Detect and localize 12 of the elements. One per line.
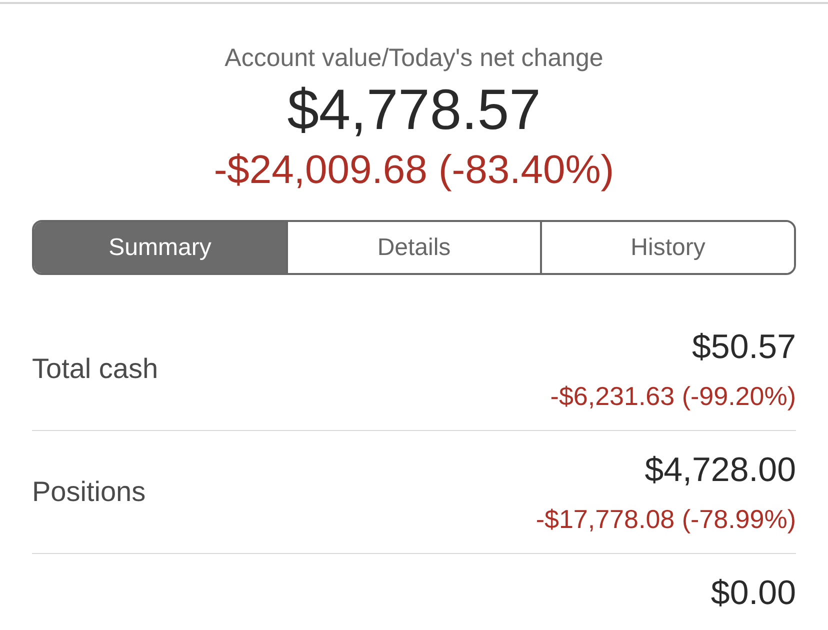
account-value-heading: Account value/Today's net change	[224, 43, 604, 73]
row-change: -$17,778.08 (-78.99%)	[536, 503, 796, 535]
row-change: -$6,231.63 (-99.20%)	[550, 380, 796, 412]
row-value: $4,728.00	[644, 450, 796, 490]
tab[interactable]: History	[540, 222, 794, 273]
net-change: -$24,009.68 (-83.40%)	[214, 148, 614, 192]
row-label: Total cash	[32, 352, 158, 386]
account-value: $4,778.57	[287, 80, 541, 140]
row-value: $50.57	[692, 327, 796, 367]
row-value: $0.00	[710, 573, 796, 613]
tab[interactable]: Summary	[34, 222, 286, 273]
row-label: Positions	[32, 475, 146, 509]
